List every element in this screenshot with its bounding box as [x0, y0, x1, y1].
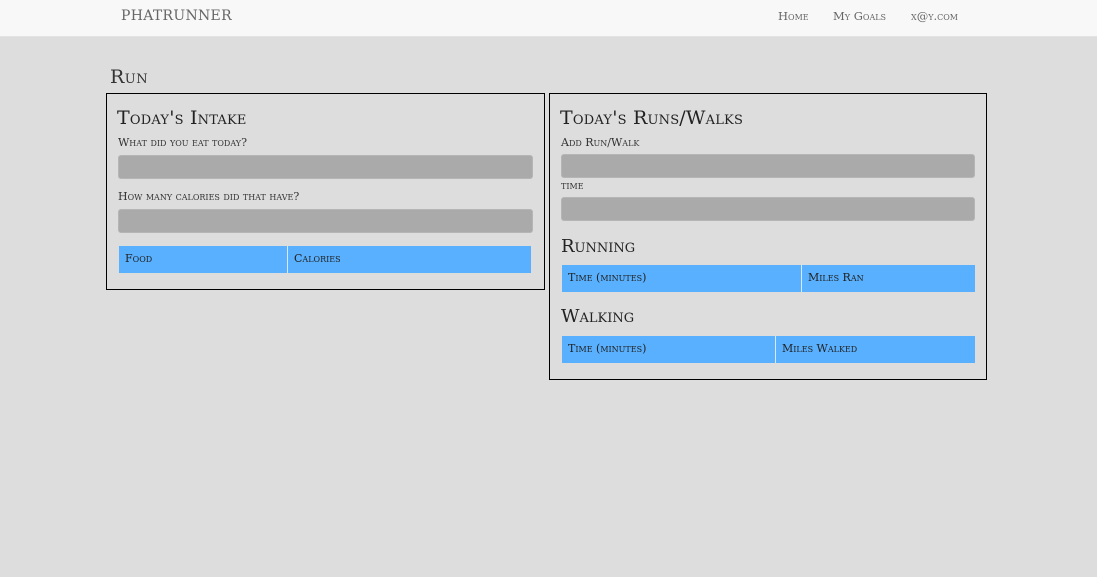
calories-column-header: Calories: [287, 246, 531, 273]
time-label: time: [561, 179, 584, 192]
nav-link-my-goals[interactable]: My Goals: [833, 9, 886, 23]
nav-links: Home My Goals x@y.com: [0, 9, 1097, 29]
add-run-walk-input[interactable]: [561, 154, 975, 178]
time-input[interactable]: [561, 197, 975, 221]
miles-walked-column-header: Miles Walked: [775, 336, 975, 363]
walking-heading: Walking: [561, 306, 635, 327]
walking-time-column-header: Time (minutes): [568, 342, 647, 355]
runs-panel: Today's Runs/Walks Add Run/Walk time Run…: [549, 93, 987, 380]
intake-panel: Today's Intake What did you eat today? H…: [106, 93, 545, 290]
navbar: PHATRUNNER Home My Goals x@y.com: [0, 0, 1097, 37]
running-time-column-header: Time (minutes): [568, 271, 647, 284]
miles-ran-column-header: Miles Ran: [801, 265, 975, 292]
calories-label: How many calories did that have?: [118, 190, 300, 203]
runs-heading: Today's Runs/Walks: [560, 107, 744, 129]
running-table-header: Time (minutes) Miles Ran: [562, 265, 975, 292]
food-column-header: Food: [125, 252, 153, 265]
add-run-walk-label: Add Run/Walk: [561, 136, 640, 149]
running-heading: Running: [561, 236, 636, 257]
food-input[interactable]: [118, 155, 533, 179]
intake-table-header: Food Calories: [119, 246, 531, 273]
calories-input[interactable]: [118, 209, 533, 233]
intake-heading: Today's Intake: [117, 107, 247, 129]
walking-table-header: Time (minutes) Miles Walked: [562, 336, 975, 363]
nav-link-account[interactable]: x@y.com: [911, 9, 958, 23]
nav-link-home[interactable]: Home: [778, 9, 809, 23]
food-label: What did you eat today?: [118, 136, 247, 149]
page-title: Run: [110, 66, 149, 88]
